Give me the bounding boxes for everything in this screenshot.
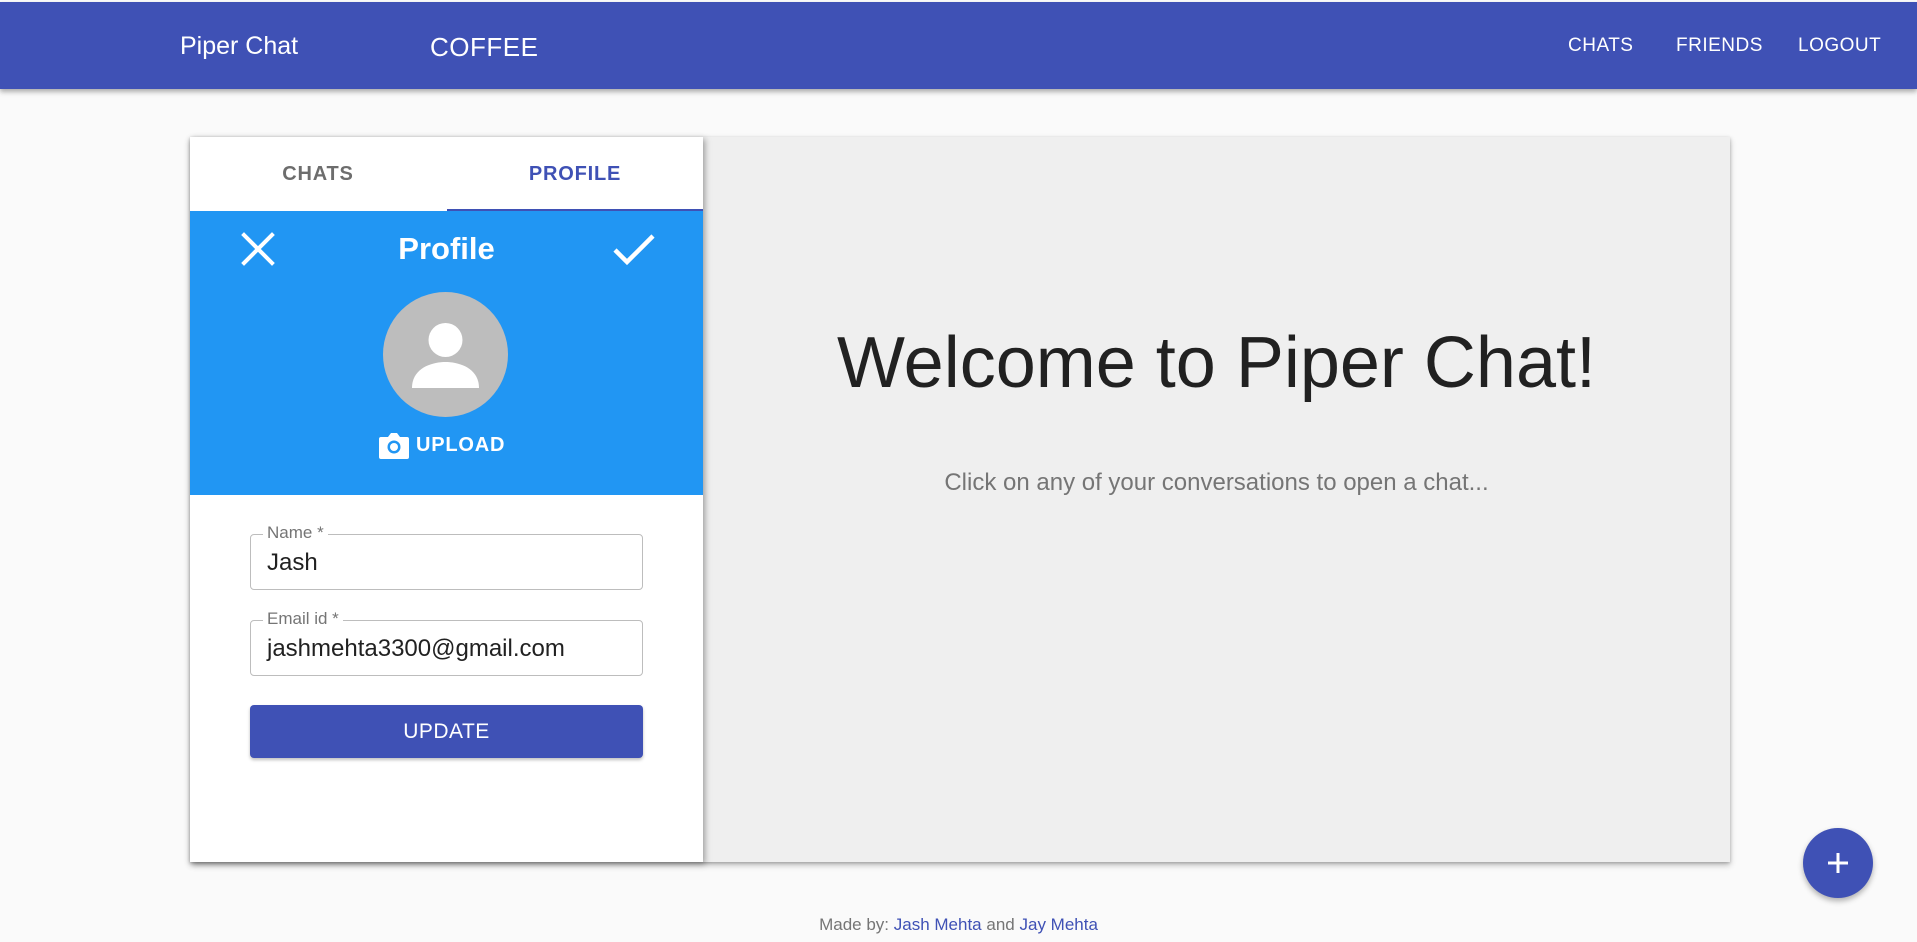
plus-icon	[1828, 853, 1848, 873]
email-input[interactable]: jashmehta3300@gmail.com	[267, 635, 565, 663]
avatar	[383, 292, 508, 417]
chat-area: Welcome to Piper Chat! Click on any of y…	[703, 137, 1730, 862]
email-field[interactable]: Email id * jashmehta3300@gmail.com	[250, 609, 643, 676]
camera-icon	[379, 433, 409, 459]
tab-profile[interactable]: PROFILE	[447, 137, 703, 211]
sidebar: CHATS PROFILE Profile UPLOAD Name * Jash…	[190, 137, 703, 862]
welcome-subtitle: Click on any of your conversations to op…	[944, 469, 1489, 496]
app-bar: Piper Chat COFFEE CHATS FRIENDS LOGOUT	[0, 2, 1917, 89]
current-context-title: COFFEE	[430, 32, 539, 62]
name-field-label: Name *	[263, 523, 328, 543]
welcome-heading: Welcome to Piper Chat!	[837, 323, 1596, 403]
name-input[interactable]: Jash	[267, 549, 318, 577]
upload-label: UPLOAD	[416, 433, 506, 456]
name-field[interactable]: Name * Jash	[250, 523, 643, 590]
app-brand[interactable]: Piper Chat	[180, 32, 298, 61]
footer-joiner: and	[986, 915, 1015, 934]
profile-header: Profile UPLOAD	[190, 211, 703, 495]
update-button[interactable]: UPDATE	[250, 705, 643, 758]
new-chat-fab[interactable]	[1803, 828, 1873, 898]
email-field-label: Email id *	[263, 609, 343, 629]
author-link-jay[interactable]: Jay Mehta	[1019, 915, 1097, 934]
footer: Made by: Jash Mehta and Jay Mehta	[0, 915, 1917, 935]
author-link-jash[interactable]: Jash Mehta	[894, 915, 982, 934]
main-panel: CHATS PROFILE Profile UPLOAD Name * Jash…	[190, 137, 1730, 862]
upload-button[interactable]: UPLOAD	[378, 429, 505, 461]
sidebar-tabs: CHATS PROFILE	[190, 137, 703, 211]
check-icon[interactable]	[612, 231, 656, 267]
nav-friends-button[interactable]: FRIENDS	[1676, 35, 1763, 57]
tab-chats[interactable]: CHATS	[190, 137, 446, 211]
nav-logout-button[interactable]: LOGOUT	[1798, 35, 1881, 57]
nav-chats-button[interactable]: CHATS	[1568, 35, 1633, 57]
person-icon	[412, 323, 479, 388]
footer-prefix: Made by:	[819, 915, 890, 934]
